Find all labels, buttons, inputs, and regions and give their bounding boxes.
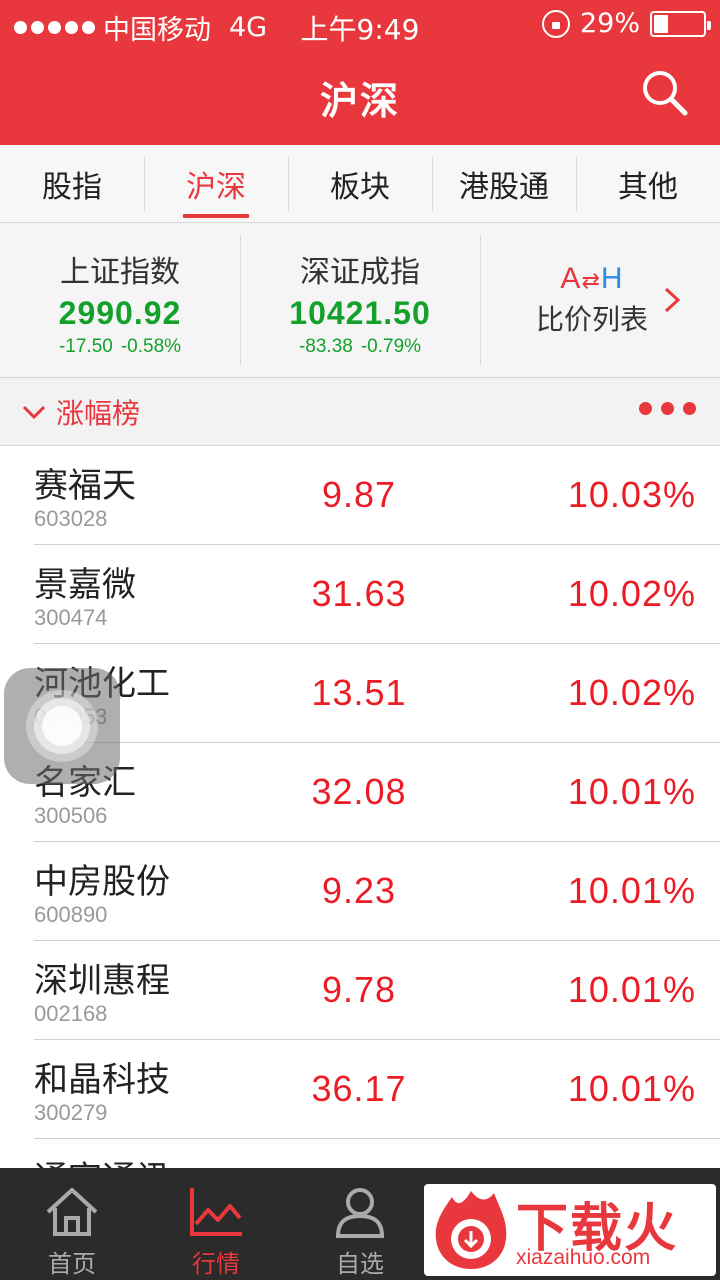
section-title: 涨幅榜 (56, 397, 141, 430)
bottom-tab-market[interactable]: 行情 (144, 1168, 288, 1280)
stock-price: 9.23 (321, 870, 397, 911)
tab-label: 沪深 (186, 169, 246, 205)
watermark-url: xiazaihuo.com (516, 1246, 651, 1269)
page-title: 沪深 (319, 79, 400, 123)
stock-change-pct: 10.01% (567, 969, 696, 1010)
tab-hk-connect[interactable]: 港股通 (432, 145, 576, 222)
tab-label: 板块 (330, 169, 390, 205)
index-name: 深证成指 (300, 255, 420, 290)
stock-list: 赛福天 603028 9.87 10.03% 景嘉微 300474 31.63 … (0, 446, 720, 1168)
bottom-tab-home[interactable]: 首页 (0, 1168, 144, 1280)
user-icon (335, 1188, 385, 1238)
battery-fill (654, 14, 668, 33)
stock-price: 13.51 (311, 672, 407, 713)
index-value: 2990.92 (58, 295, 182, 331)
assistive-touch-button[interactable] (4, 668, 120, 784)
index-card-shanghai[interactable]: 上证指数 2990.92 -17.50 -0.58% (0, 223, 240, 377)
stock-name: 深圳惠程 (34, 961, 170, 1001)
tab-label: 其他 (618, 169, 678, 205)
active-tab-indicator (183, 214, 249, 218)
flame-logo-icon (435, 1191, 507, 1269)
index-change: -17.50 -0.58% (0, 336, 240, 358)
stock-code: 300506 (34, 803, 108, 828)
tab-label: 股指 (42, 169, 102, 205)
bottom-tab-label: 行情 (192, 1250, 240, 1278)
stock-row[interactable]: 赛福天 603028 9.87 10.03% (34, 446, 720, 545)
stock-change-pct: 10.02% (567, 672, 696, 713)
index-change: -83.38 -0.79% (240, 336, 480, 358)
ah-card-content: A⇄H 比价列表 (536, 262, 648, 338)
more-options-icon[interactable] (639, 402, 696, 415)
tab-shanghai-shenzhen[interactable]: 沪深 (144, 145, 288, 222)
ah-card-label: 比价列表 (535, 303, 648, 336)
app-header: 中国移动 4G 上午9:49 29% 沪深 (0, 0, 720, 145)
bottom-tab-label: 首页 (48, 1250, 96, 1278)
ah-price-compare-card[interactable]: A⇄H 比价列表 (480, 223, 720, 377)
chevron-right-icon (664, 287, 681, 313)
stock-price: 32.08 (311, 771, 407, 812)
battery-percent: 29% (579, 8, 640, 39)
stock-code: 300279 (34, 1100, 108, 1125)
stock-price: 31.63 (311, 573, 407, 614)
market-tabs: 股指 沪深 板块 港股通 其他 (0, 145, 720, 223)
index-card-shenzhen[interactable]: 深证成指 10421.50 -83.38 -0.79% (240, 223, 480, 377)
stock-name: 中房股份 (34, 862, 170, 902)
stock-name: 通宇通讯 (34, 1151, 170, 1168)
index-summary: 上证指数 2990.92 -17.50 -0.58% 深证成指 10421.50 … (0, 223, 720, 378)
stock-row[interactable]: 中房股份 600890 9.23 10.01% (34, 842, 720, 941)
index-change-pct: -0.79% (360, 336, 422, 357)
status-right: 29% (541, 8, 711, 39)
gainers-section-header: 涨幅榜 (0, 378, 720, 446)
stock-code: 002168 (34, 1001, 108, 1026)
stock-row[interactable]: 名家汇 300506 32.08 10.01% (34, 743, 720, 842)
stock-change-pct: 10.01% (567, 771, 696, 812)
stock-price: 9.87 (321, 474, 397, 515)
home-icon (46, 1188, 98, 1236)
stock-change-pct: 10.03% (567, 474, 696, 515)
chevron-down-icon (22, 405, 46, 420)
stock-row[interactable]: 河池化工 000953 13.51 10.02% (34, 644, 720, 743)
chart-icon (190, 1188, 242, 1236)
index-change-abs: -17.50 (58, 336, 113, 357)
stock-change-pct: 10.01% (567, 1068, 696, 1109)
gainers-toggle[interactable]: 涨幅榜 (22, 392, 140, 432)
tab-sectors[interactable]: 板块 (288, 145, 432, 222)
stock-code: 600890 (34, 902, 108, 927)
stock-code: 603028 (34, 506, 108, 531)
stock-row[interactable]: 景嘉微 300474 31.63 10.02% (34, 545, 720, 644)
stock-change-pct: 10.01% (567, 870, 696, 911)
stock-price: 9.78 (321, 969, 397, 1010)
bottom-tab-watchlist[interactable]: 自选 (288, 1168, 432, 1280)
stock-name: 和晶科技 (34, 1060, 170, 1100)
search-icon (643, 71, 688, 116)
stock-row[interactable]: 和晶科技 300279 36.17 10.01% (34, 1040, 720, 1139)
tab-label: 港股通 (459, 169, 549, 205)
stock-name: 赛福天 (34, 466, 136, 506)
battery-icon (650, 10, 711, 37)
tab-other[interactable]: 其他 (576, 145, 720, 222)
site-watermark: 下载火 xiazaihuo.com (424, 1184, 716, 1276)
status-bar: 中国移动 4G 上午9:49 29% (0, 0, 720, 48)
index-value: 10421.50 (289, 295, 431, 331)
rotation-lock-icon (541, 9, 570, 38)
index-change-pct: -0.58% (120, 336, 182, 357)
stock-code: 300474 (34, 605, 108, 630)
stock-row[interactable]: 通宇通讯 (34, 1139, 720, 1168)
stock-price: 36.17 (311, 1068, 407, 1109)
bottom-tab-label: 自选 (336, 1250, 384, 1278)
stock-name: 景嘉微 (34, 565, 136, 605)
ah-compare-icon: A⇄H (560, 262, 624, 295)
search-button[interactable] (640, 68, 690, 118)
index-change-abs: -83.38 (298, 336, 353, 357)
tab-index[interactable]: 股指 (0, 145, 144, 222)
stock-change-pct: 10.02% (567, 573, 696, 614)
index-name: 上证指数 (60, 255, 180, 290)
stock-row[interactable]: 深圳惠程 002168 9.78 10.01% (34, 941, 720, 1040)
